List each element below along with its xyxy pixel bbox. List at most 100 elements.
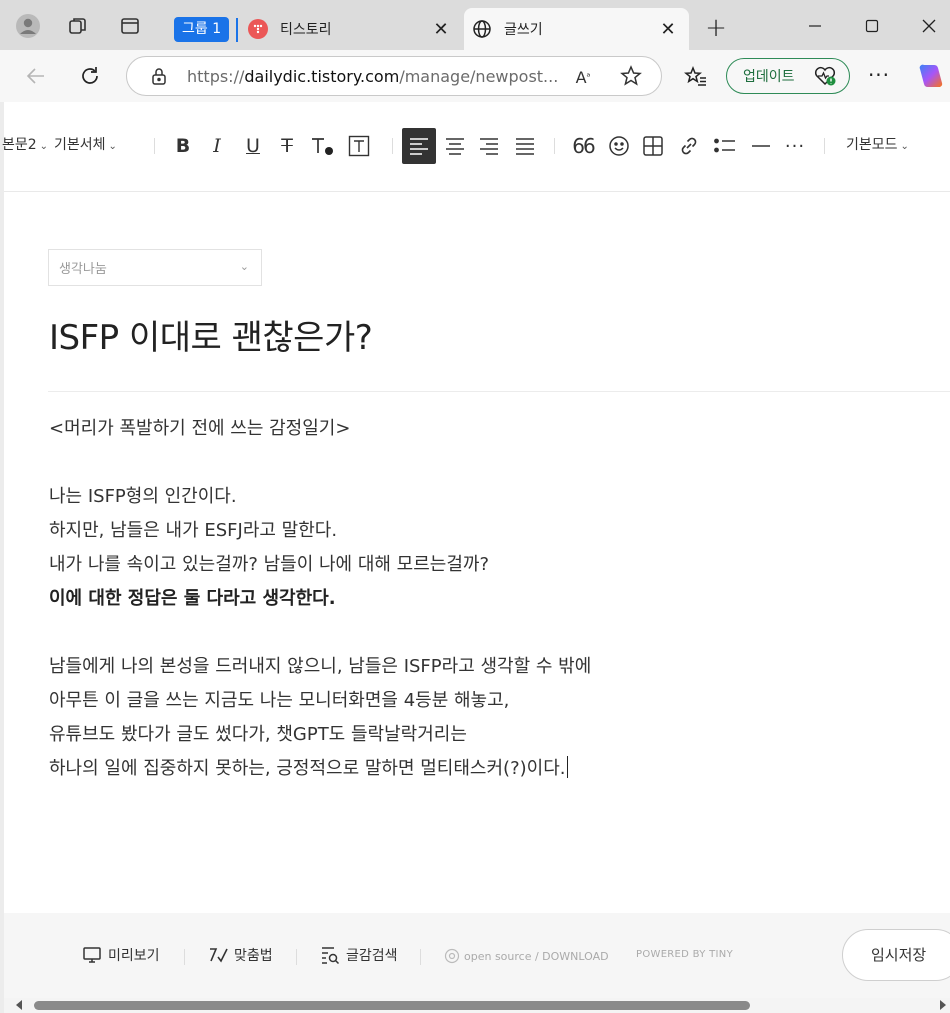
- browser-health-icon: [814, 66, 836, 86]
- category-select[interactable]: 생각나눔 ⌄: [48, 249, 262, 286]
- footer-divider: [296, 949, 297, 965]
- align-left-icon[interactable]: [402, 128, 436, 164]
- close-icon[interactable]: ✕: [430, 18, 452, 40]
- chevron-down-icon: ⌄: [108, 141, 117, 152]
- url-text: https://dailydic.tistory.com/manage/newp…: [187, 67, 558, 86]
- back-arrow-icon[interactable]: [22, 62, 50, 90]
- body-line-text: 이에 대한 정답은 둘 다라고 생각한다.: [49, 588, 336, 609]
- mode-select-value: 기본모드: [846, 137, 898, 153]
- temp-save-button[interactable]: 임시저장: [842, 929, 950, 981]
- text-color-icon[interactable]: [310, 133, 336, 159]
- copilot-icon[interactable]: [916, 61, 946, 91]
- content-search-label: 글감검색: [346, 948, 398, 964]
- body-line-text: 하지만, 남들은 내가 ESFJ라고 말한다.: [49, 520, 338, 541]
- tab-actions-icon[interactable]: [118, 14, 142, 38]
- post-body-editor[interactable]: <머리가 폭발하기 전에 쓰는 감정일기> 나는 ISFP형의 인간이다. 하지만,…: [49, 412, 929, 786]
- preview-button[interactable]: 미리보기: [82, 945, 160, 965]
- lock-icon[interactable]: [149, 66, 169, 86]
- tab-group-chip[interactable]: 그룹 1: [174, 17, 230, 42]
- body-line-text: <머리가 폭발하기 전에 쓰는 감정일기>: [49, 418, 351, 439]
- toolbar-divider: [824, 138, 825, 154]
- align-center-icon[interactable]: [442, 133, 468, 159]
- url-host: dailydic.tistory.com: [244, 67, 400, 86]
- table-icon[interactable]: [640, 133, 666, 159]
- toolbar-divider: [392, 138, 393, 154]
- read-aloud-icon[interactable]: Aᵃ: [571, 65, 595, 89]
- url-path: /manage/newpost...: [399, 67, 559, 86]
- body-line[interactable]: [49, 446, 929, 480]
- star-icon[interactable]: [619, 64, 643, 88]
- tab-title: 티스토리: [280, 22, 332, 38]
- update-label: 업데이트: [743, 69, 795, 85]
- favorites-icon[interactable]: [684, 64, 708, 88]
- heading-select[interactable]: 본문2 ⌄: [2, 134, 48, 154]
- text-cursor: [566, 756, 568, 778]
- font-select[interactable]: 기본서체 ⌄: [54, 134, 117, 154]
- body-line[interactable]: 나는 ISFP형의 인간이다.: [49, 480, 929, 514]
- heading-select-value: 본문2: [2, 137, 37, 153]
- body-line-text: 남들에게 나의 본성을 드러내지 않으니, 남들은 ISFP라고 생각할 수 밖…: [49, 656, 592, 677]
- toolbar-divider: [154, 138, 155, 154]
- open-source-link[interactable]: open source / DOWNLOAD: [444, 948, 609, 964]
- body-line[interactable]: 이에 대한 정답은 둘 다라고 생각한다.: [49, 582, 929, 616]
- content-search-button[interactable]: 글감검색: [320, 945, 398, 965]
- body-line[interactable]: 내가 나를 속이고 있는걸까? 남들이 나에 대해 모르는걸까?: [49, 548, 929, 582]
- align-right-icon[interactable]: [476, 133, 502, 159]
- globe-icon: [472, 19, 492, 39]
- body-line[interactable]: [49, 616, 929, 650]
- more-tools-icon[interactable]: ···: [782, 133, 808, 159]
- workspaces-icon[interactable]: [66, 14, 90, 38]
- browser-tab-bar: 그룹 1 티스토리 ✕ 글쓰기 ✕ +: [0, 0, 950, 50]
- scrollbar-thumb[interactable]: [34, 1001, 750, 1010]
- address-input[interactable]: https://dailydic.tistory.com/manage/newp…: [126, 56, 662, 96]
- body-line-text: 내가 나를 속이고 있는걸까? 남들이 나에 대해 모르는걸까?: [49, 554, 490, 575]
- profile-avatar-icon[interactable]: [16, 14, 40, 38]
- bullet-list-icon[interactable]: [712, 133, 738, 159]
- body-line-text: 아무튼 이 글을 쓰는 지금도 나는 모니터화면을 4등분 해놓고,: [49, 690, 510, 711]
- new-tab-icon[interactable]: +: [704, 13, 728, 43]
- font-select-value: 기본서체: [54, 137, 106, 153]
- horizontal-scrollbar[interactable]: [4, 998, 950, 1013]
- close-icon[interactable]: ✕: [657, 18, 679, 40]
- update-button[interactable]: 업데이트: [726, 58, 850, 94]
- italic-icon[interactable]: I: [204, 133, 230, 159]
- refresh-icon[interactable]: [76, 62, 104, 90]
- spellcheck-icon: [210, 948, 228, 963]
- underline-icon[interactable]: U: [240, 133, 266, 159]
- align-justify-icon[interactable]: [512, 133, 538, 159]
- tab-write[interactable]: 글쓰기 ✕: [464, 8, 689, 50]
- tab-tistory[interactable]: 티스토리 ✕: [246, 8, 462, 50]
- text-background-icon[interactable]: [346, 133, 372, 159]
- body-line[interactable]: 유튜브도 봤다가 글도 썼다가, 챗GPT도 들락날락거리는: [49, 718, 929, 752]
- footer-divider: [184, 949, 185, 965]
- scroll-right-icon[interactable]: [940, 1000, 946, 1010]
- minimize-icon[interactable]: [800, 12, 830, 40]
- spellcheck-button[interactable]: 맞춤법: [208, 945, 273, 965]
- link-icon[interactable]: [676, 133, 702, 159]
- toolbar-divider: [554, 138, 555, 154]
- body-line[interactable]: 아무튼 이 글을 쓰는 지금도 나는 모니터화면을 4등분 해놓고,: [49, 684, 929, 718]
- body-line[interactable]: 하나의 일에 집중하지 못하는, 긍정적으로 말하면 멀티태스커(?)이다.: [49, 752, 929, 786]
- body-line[interactable]: 남들에게 나의 본성을 드러내지 않으니, 남들은 ISFP라고 생각할 수 밖…: [49, 650, 929, 684]
- strikethrough-icon[interactable]: T: [274, 133, 300, 159]
- post-title-input[interactable]: ISFP 이대로 괜찮은가?: [49, 310, 373, 359]
- spellcheck-label: 맞춤법: [234, 948, 273, 964]
- emoji-icon[interactable]: [606, 133, 632, 159]
- more-options-icon[interactable]: ···: [866, 62, 892, 88]
- editor-page: 본문2 ⌄ 기본서체 ⌄ B I U T 66 ··· 기본모드 ⌄ 생각나눔 …: [0, 102, 950, 1013]
- horizontal-rule-icon[interactable]: [748, 133, 774, 159]
- search-document-icon: [322, 947, 340, 965]
- body-line[interactable]: 하지만, 남들은 내가 ESFJ라고 말한다.: [49, 514, 929, 548]
- scroll-left-icon[interactable]: [16, 1000, 22, 1010]
- bold-icon[interactable]: B: [170, 133, 196, 159]
- body-line[interactable]: <머리가 폭발하기 전에 쓰는 감정일기>: [49, 412, 929, 446]
- quote-icon[interactable]: 66: [570, 133, 596, 159]
- maximize-icon[interactable]: [857, 12, 887, 40]
- body-line-text: 유튜브도 봤다가 글도 썼다가, 챗GPT도 들락날락거리는: [49, 724, 467, 745]
- editor-toolbar: 본문2 ⌄ 기본서체 ⌄ B I U T 66 ··· 기본모드 ⌄: [2, 102, 950, 192]
- category-placeholder: 생각나눔: [59, 262, 107, 277]
- mode-select[interactable]: 기본모드 ⌄: [846, 134, 909, 154]
- close-window-icon[interactable]: [914, 12, 944, 40]
- chevron-down-icon: ⌄: [39, 141, 49, 152]
- tistory-favicon-icon: [248, 19, 268, 39]
